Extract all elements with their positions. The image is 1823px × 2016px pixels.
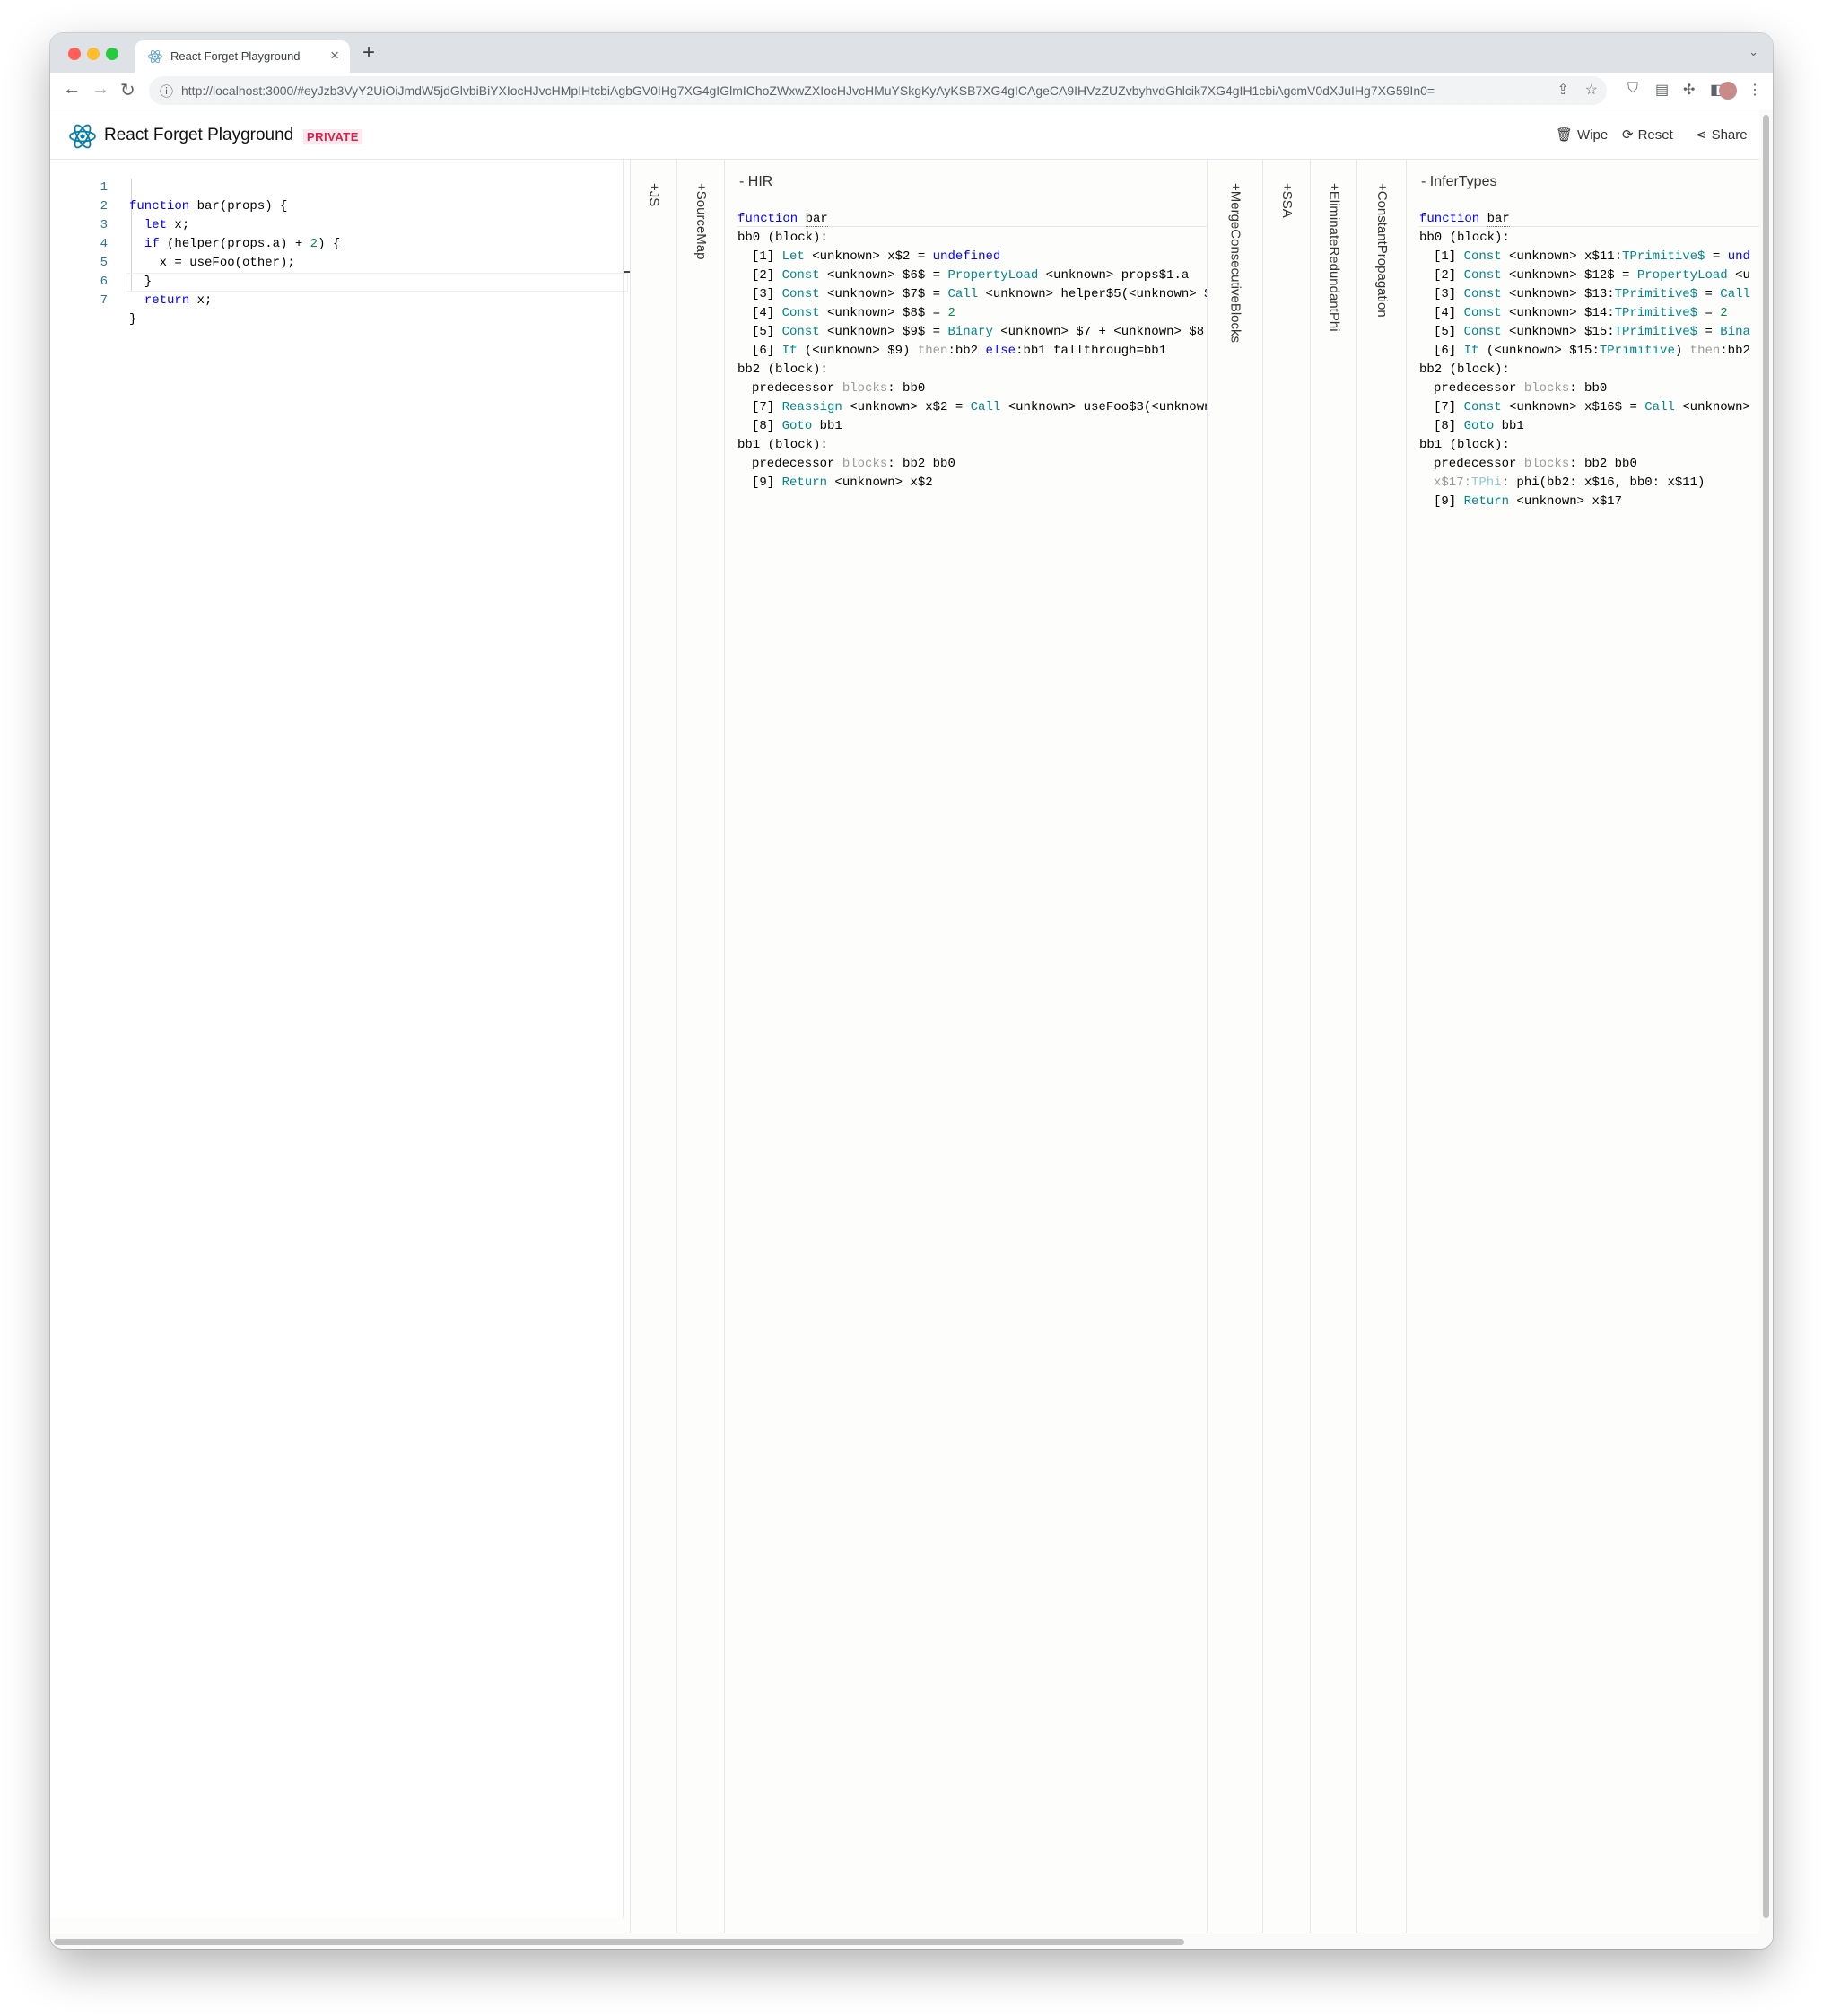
- editor-line[interactable]: 3 if (helper(props.a) + 2) {: [50, 197, 624, 251]
- browser-window: React Forget Playground × + ⌄ ← → ↻ ⓘ ht…: [50, 33, 1773, 1949]
- hir-line: [1] Let <unknown> x$2 = undefined: [752, 249, 1001, 264]
- trash-icon: 🗑: [1556, 127, 1574, 143]
- browser-toolbar: ← → ↻ ⓘ http://localhost:3000/#eyJzb3VyY…: [50, 73, 1773, 109]
- infer-line: predecessor blocks: bb2 bb0: [1434, 457, 1637, 471]
- reload-icon[interactable]: ↻: [120, 79, 135, 101]
- hir-line: function bar: [737, 212, 828, 227]
- shield-extension-icon[interactable]: ⛉: [1627, 81, 1638, 97]
- maximize-window-button[interactable]: [106, 48, 118, 60]
- infer-line: x$17:TPhi: phi(bb2: x$16, bb0: x$11): [1434, 476, 1705, 490]
- hir-panel: - HIR function bar bb0 (block): [1] Let …: [724, 160, 1208, 1938]
- hir-output: function bar bb0 (block): [1] Let <unkno…: [737, 210, 1208, 1938]
- horizontal-scrollbar[interactable]: [50, 1933, 1759, 1949]
- infer-line: predecessor blocks: bb0: [1434, 381, 1608, 396]
- hir-line: [7] Reassign <unknown> x$2 = Call <unkno…: [752, 400, 1208, 415]
- infer-line: [3] Const <unknown> $13:TPrimitive$ = Ca…: [1434, 287, 1750, 301]
- react-favicon-icon: [148, 49, 162, 64]
- browser-menu-icon[interactable]: ⋮: [1748, 81, 1762, 99]
- puzzle-extensions-icon[interactable]: ✣: [1683, 81, 1695, 99]
- infer-line: [6] If (<unknown> $15:TPrimitive) then:b…: [1434, 344, 1750, 358]
- react-logo-icon: [69, 124, 96, 149]
- infer-line: bb1 (block):: [1419, 438, 1510, 452]
- url-text[interactable]: http://localhost:3000/#eyJzb3VyY2UiOiJmd…: [181, 83, 1545, 98]
- hir-line: predecessor blocks: bb2 bb0: [752, 457, 955, 471]
- playground-main: 1 function bar(props) { 2 let x; 3 if (h…: [50, 160, 1760, 1938]
- minimize-window-button[interactable]: [87, 48, 100, 60]
- app-header: React Forget Playground PRIVATE 🗑 Wipe ⟳ R…: [50, 109, 1773, 160]
- tab-js[interactable]: +JS: [630, 160, 677, 1938]
- share-button[interactable]: ⋖ Share: [1696, 127, 1748, 143]
- hir-line: bb0 (block):: [737, 231, 828, 245]
- tab-title: React Forget Playground: [170, 49, 301, 63]
- share-icon: ⋖: [1696, 127, 1707, 143]
- infer-line: [5] Const <unknown> $15:TPrimitive$ = Bi…: [1434, 325, 1750, 339]
- infer-line: [1] Const <unknown> x$11:TPrimitive$ = u…: [1434, 249, 1750, 264]
- address-bar[interactable]: ⓘ http://localhost:3000/#eyJzb3VyY2UiOiJ…: [149, 76, 1607, 105]
- tab-merge-consecutive-blocks[interactable]: +MergeConsecutiveBlocks: [1207, 160, 1263, 1938]
- hir-line: [5] Const <unknown> $9$ = Binary <unknow…: [752, 325, 1205, 339]
- close-window-button[interactable]: [68, 48, 81, 60]
- horizontal-scroll-thumb[interactable]: [54, 1939, 1184, 1945]
- site-info-icon[interactable]: ⓘ: [160, 82, 173, 100]
- hir-panel-title[interactable]: - HIR: [739, 174, 772, 190]
- infer-line: function bar: [1419, 212, 1510, 227]
- tab-close-icon[interactable]: ×: [330, 47, 339, 65]
- refresh-icon: ⟳: [1622, 127, 1634, 143]
- hir-line: [8] Goto bb1: [752, 419, 842, 433]
- tab-ssa[interactable]: +SSA: [1262, 160, 1311, 1938]
- tab-sourcemap[interactable]: +SourceMap: [676, 160, 725, 1938]
- infer-line: [2] Const <unknown> $12$ = PropertyLoad …: [1434, 268, 1750, 283]
- hir-line: [9] Return <unknown> x$2: [752, 476, 933, 490]
- hir-line: [6] If (<unknown> $9) then:bb2 else:bb1 …: [752, 344, 1167, 358]
- infer-types-panel-title[interactable]: - InferTypes: [1421, 174, 1496, 190]
- infer-types-output: function bar bb0 (block): [1] Const <unk…: [1419, 210, 1760, 1938]
- tab-eliminate-redundant-phi[interactable]: +EliminateRedundantPhi: [1310, 160, 1357, 1938]
- infer-line: bb2 (block):: [1419, 362, 1510, 377]
- tab-search-icon[interactable]: ⌄: [1749, 45, 1758, 59]
- tab-strip: React Forget Playground × + ⌄: [50, 33, 1773, 73]
- reset-button[interactable]: ⟳ Reset: [1622, 127, 1673, 143]
- new-tab-button[interactable]: +: [362, 40, 375, 65]
- hir-line: [2] Const <unknown> $6$ = PropertyLoad <…: [752, 268, 1190, 283]
- vertical-scroll-thumb[interactable]: [1763, 115, 1769, 1918]
- infer-line: [8] Goto bb1: [1434, 419, 1524, 433]
- app-title: React Forget Playground: [104, 126, 294, 144]
- hir-line: [4] Const <unknown> $8$ = 2: [752, 306, 955, 320]
- infer-types-panel: - InferTypes function bar bb0 (block): […: [1406, 160, 1760, 1938]
- editor-line[interactable]: 1 function bar(props) {: [50, 160, 624, 214]
- editor-line[interactable]: 5 }: [50, 235, 624, 289]
- infer-line: [9] Return <unknown> x$17: [1434, 494, 1623, 509]
- wipe-button[interactable]: 🗑 Wipe: [1556, 127, 1608, 143]
- back-arrow-icon[interactable]: ←: [63, 79, 81, 100]
- hir-line: predecessor blocks: bb0: [752, 381, 926, 396]
- profile-avatar[interactable]: [1719, 82, 1737, 100]
- hir-line: [3] Const <unknown> $7$ = Call <unknown>…: [752, 287, 1208, 301]
- keyboard-extension-icon[interactable]: ▤: [1655, 81, 1669, 99]
- editor-line[interactable]: 6 return x;: [50, 254, 624, 308]
- editor-line[interactable]: 7 }: [50, 273, 624, 327]
- hir-line: bb1 (block):: [737, 438, 828, 452]
- infer-line: [4] Const <unknown> $14:TPrimitive$ = 2: [1434, 306, 1728, 320]
- infer-line: [7] Const <unknown> x$16$ = Call <unknow…: [1434, 400, 1750, 415]
- private-badge: PRIVATE: [303, 129, 362, 144]
- bookmark-star-icon[interactable]: ☆: [1585, 83, 1598, 98]
- editor-line[interactable]: 4 x = useFoo(other);: [50, 216, 624, 270]
- infer-line: bb0 (block):: [1419, 231, 1510, 245]
- code-editor[interactable]: 1 function bar(props) { 2 let x; 3 if (h…: [50, 160, 631, 1918]
- tab-constant-propagation[interactable]: +ConstantPropagation: [1356, 160, 1407, 1938]
- browser-tab[interactable]: React Forget Playground ×: [135, 40, 350, 73]
- vertical-scrollbar[interactable]: [1759, 109, 1773, 1949]
- share-page-icon[interactable]: ⇪: [1557, 83, 1568, 98]
- hir-line: bb2 (block):: [737, 362, 828, 377]
- forward-arrow-icon[interactable]: →: [92, 79, 109, 100]
- editor-line[interactable]: 2 let x;: [50, 179, 624, 232]
